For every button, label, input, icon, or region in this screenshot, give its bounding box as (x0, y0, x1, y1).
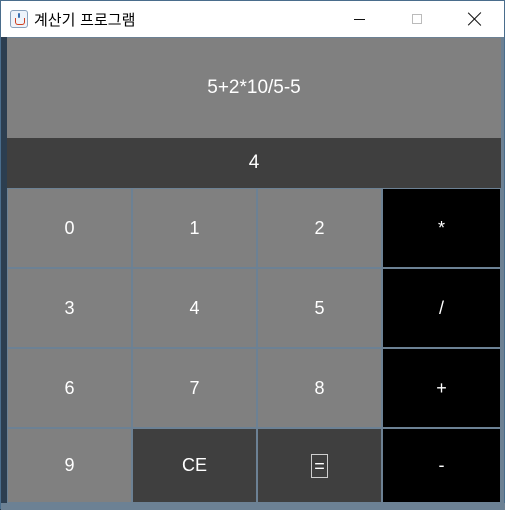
window-controls (330, 1, 504, 37)
clear-entry-button[interactable]: CE (132, 428, 257, 503)
equals-label: = (311, 453, 328, 478)
key-divide[interactable]: / (382, 268, 501, 348)
keypad: 0 1 2 * 3 4 5 / 6 7 8 + 9 CE = - (7, 188, 501, 503)
key-9[interactable]: 9 (7, 428, 132, 503)
java-app-icon (10, 10, 28, 28)
key-7[interactable]: 7 (132, 348, 257, 428)
key-0[interactable]: 0 (7, 188, 132, 268)
key-1[interactable]: 1 (132, 188, 257, 268)
key-4[interactable]: 4 (132, 268, 257, 348)
result-display: 4 (7, 138, 501, 188)
maximize-button[interactable] (388, 1, 446, 37)
title-bar[interactable]: 계산기 프로그램 (1, 1, 504, 37)
close-icon (468, 12, 482, 26)
window-title: 계산기 프로그램 (34, 10, 136, 29)
key-multiply[interactable]: * (382, 188, 501, 268)
minimize-button[interactable] (330, 1, 388, 37)
calculator-window: 계산기 프로그램 5+2*10/5-5 4 0 1 2 * 3 4 5 / 6 … (0, 0, 505, 510)
key-6[interactable]: 6 (7, 348, 132, 428)
minimize-icon (353, 18, 365, 20)
key-2[interactable]: 2 (257, 188, 382, 268)
expression-display: 5+2*10/5-5 (7, 38, 501, 138)
maximize-icon (412, 14, 422, 24)
equals-button[interactable]: = (257, 428, 382, 503)
key-plus[interactable]: + (382, 348, 501, 428)
key-3[interactable]: 3 (7, 268, 132, 348)
key-minus[interactable]: - (382, 428, 501, 503)
close-button[interactable] (446, 1, 504, 37)
key-8[interactable]: 8 (257, 348, 382, 428)
key-5[interactable]: 5 (257, 268, 382, 348)
